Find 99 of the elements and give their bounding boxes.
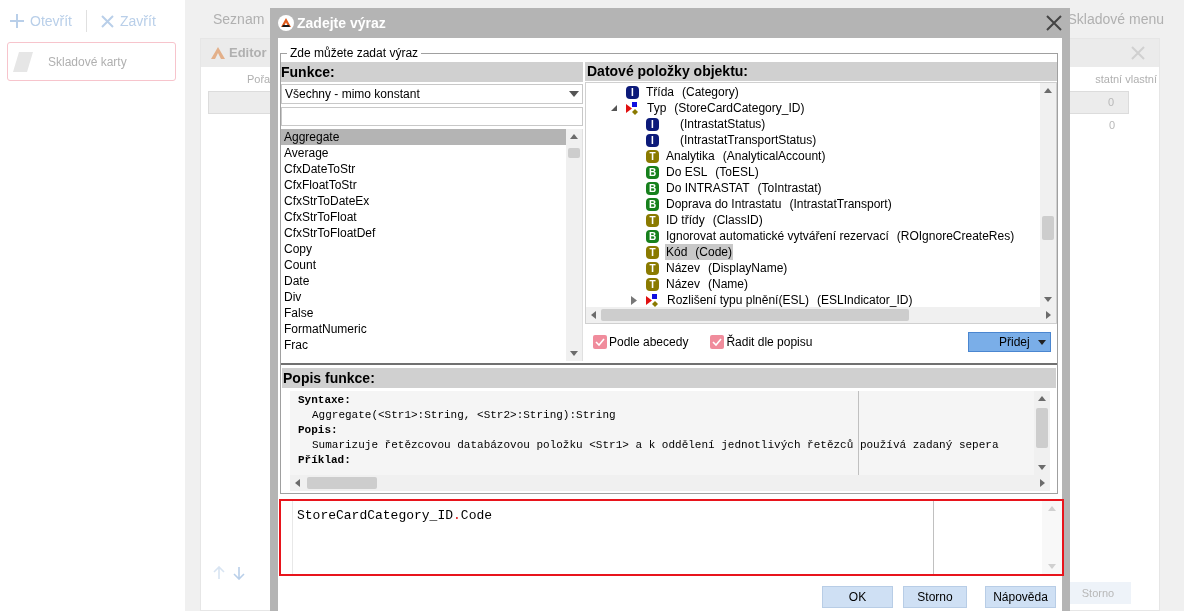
expanded-arrow-icon[interactable] (610, 104, 618, 112)
expression-text: StoreCardCategory_ID.Code (297, 508, 493, 523)
function-item[interactable]: Frac (281, 337, 566, 353)
arrow-up-icon[interactable] (213, 566, 225, 580)
add-button[interactable]: Přidej (968, 332, 1051, 352)
scroll-left-icon[interactable] (293, 478, 303, 488)
function-item[interactable]: Div (281, 289, 566, 305)
function-item[interactable]: CfxFloatToStr (281, 177, 566, 193)
description-text: Aggregate(<Str1>:String, <Str2>:String):String (311, 408, 616, 423)
function-item[interactable]: False (281, 305, 566, 321)
close-icon[interactable] (1046, 15, 1062, 31)
type-badge-icon: T (646, 277, 659, 291)
dialog-button[interactable]: Nápověda (985, 586, 1056, 608)
tree-item[interactable]: Název (DisplayName) (665, 260, 789, 276)
description-text: Sumarizuje řetězcovou databázovou položku <Str1> a k oddělení jednotlivých řetězců používá zadaný sepera (311, 438, 999, 453)
app-logo-icon (211, 47, 225, 59)
vertical-scrollbar[interactable] (1040, 83, 1056, 307)
vertical-scrollbar[interactable] (566, 129, 582, 361)
panel-header: Funkce: (281, 62, 583, 82)
function-item[interactable]: Aggregate (281, 129, 566, 145)
description-heading: Syntaxe: (298, 393, 351, 408)
function-item[interactable]: CfxStrToFloatDef (281, 225, 566, 241)
description-heading: Popis: (298, 423, 338, 438)
type-badge-icon: I (646, 133, 659, 147)
checkbox-label: Podle abecedy (609, 334, 689, 351)
tree-item[interactable]: Kód (Code) (665, 244, 734, 260)
function-item[interactable]: CfxDateToStr (281, 161, 566, 177)
type-badge-icon: T (646, 213, 659, 227)
type-badge-icon: B (646, 181, 659, 195)
tree-item[interactable]: Ignorovat automatické vytváření rezervací (ROIgnoreCreateRes) (665, 228, 1016, 244)
scroll-down-icon[interactable] (1037, 462, 1047, 472)
function-item[interactable]: Average (281, 145, 566, 161)
dialog-button[interactable]: OK (822, 586, 893, 608)
tree-item[interactable]: Analytika (AnalyticalAccount) (665, 148, 827, 164)
checkbox[interactable] (593, 335, 607, 349)
horizontal-scrollbar[interactable] (290, 475, 1050, 491)
filter-dropdown[interactable]: Všechny - mimo konstant (281, 84, 583, 104)
checkbox-label: Řadit dle popisu (726, 333, 813, 351)
nav-card-label: Skladové karty (48, 53, 127, 71)
type-badge-icon: I (646, 117, 659, 131)
description-heading: Příklad: (298, 453, 351, 468)
plus-icon (10, 14, 24, 28)
scrollbar-thumb[interactable] (568, 148, 580, 158)
scrollbar-thumb[interactable] (307, 477, 377, 489)
object-type-icon (626, 101, 640, 115)
tree-item[interactable]: (IntrastatStatus) (665, 116, 767, 132)
column-header: statní vlastní (1095, 71, 1157, 87)
type-badge-icon: B (646, 229, 659, 243)
dialog-button[interactable]: Storno (903, 586, 967, 608)
function-item[interactable]: Date (281, 273, 566, 289)
app-logo-icon (278, 15, 294, 31)
type-badge-icon: B (646, 197, 659, 211)
tree-item[interactable]: Název (Name) (665, 276, 750, 292)
panel-header: Popis funkce: (282, 368, 1056, 388)
tree-item[interactable]: Rozlišení typu plnění(ESL) (ESLIndicator_ID) (666, 292, 914, 307)
close-icon (101, 14, 114, 28)
scrollbar-thumb[interactable] (1036, 408, 1048, 448)
scrollbar-thumb[interactable] (1042, 216, 1054, 240)
scroll-up-icon[interactable] (1043, 86, 1053, 96)
parallelogram-icon (13, 51, 33, 72)
tree-item[interactable]: Do INTRASTAT (ToIntrastat) (665, 180, 823, 196)
scroll-up-icon[interactable] (1037, 394, 1047, 404)
checkbox[interactable] (710, 335, 725, 349)
scroll-down-icon[interactable] (1043, 294, 1053, 304)
column-header: Pořa (247, 71, 271, 87)
scroll-left-icon[interactable] (589, 310, 599, 320)
dropdown-arrow-icon (569, 91, 579, 97)
dialog-title: Zadejte výraz (297, 13, 386, 33)
window-title: Editor (229, 44, 267, 63)
tree-item[interactable]: Třída (Category) (645, 84, 740, 100)
type-badge-icon: I (626, 85, 639, 99)
dropdown-arrow-icon (1038, 339, 1046, 345)
scrollbar-thumb[interactable] (601, 309, 909, 321)
function-item[interactable]: FormatNumeric (281, 321, 566, 337)
function-item[interactable]: CfxStrToDateEx (281, 193, 566, 209)
vertical-scrollbar[interactable] (1034, 391, 1050, 475)
scroll-right-icon[interactable] (1037, 478, 1047, 488)
collapsed-arrow-icon[interactable] (630, 295, 638, 305)
type-badge-icon: T (646, 261, 659, 275)
tree-item[interactable]: Typ (StoreCardCategory_ID) (646, 100, 806, 116)
tree-item[interactable]: ID třídy (ClassID) (665, 212, 764, 228)
horizontal-scrollbar[interactable] (586, 307, 1056, 323)
tree-item[interactable]: (IntrastatTransportStatus) (665, 132, 818, 148)
function-item[interactable]: CfxStrToFloat (281, 209, 566, 225)
arrow-down-icon[interactable] (233, 566, 245, 580)
group-label: Zde můžete zadat výraz (289, 45, 420, 62)
type-badge-icon: T (646, 149, 659, 163)
scroll-down-icon[interactable] (569, 348, 579, 358)
function-item[interactable]: Count (281, 257, 566, 273)
scroll-right-icon[interactable] (1043, 310, 1053, 320)
search-field[interactable] (281, 107, 583, 126)
tree-item[interactable]: Do ESL (ToESL) (665, 164, 760, 180)
type-badge-icon: T (646, 245, 659, 259)
panel-header: Datové položky objektu: (585, 62, 1057, 81)
type-badge-icon: B (646, 165, 659, 179)
object-type-icon (646, 293, 660, 307)
scroll-up-icon[interactable] (569, 132, 579, 142)
function-item[interactable]: Copy (281, 241, 566, 257)
tree-item[interactable]: Doprava do Intrastatu (IntrastatTransport) (665, 196, 893, 212)
